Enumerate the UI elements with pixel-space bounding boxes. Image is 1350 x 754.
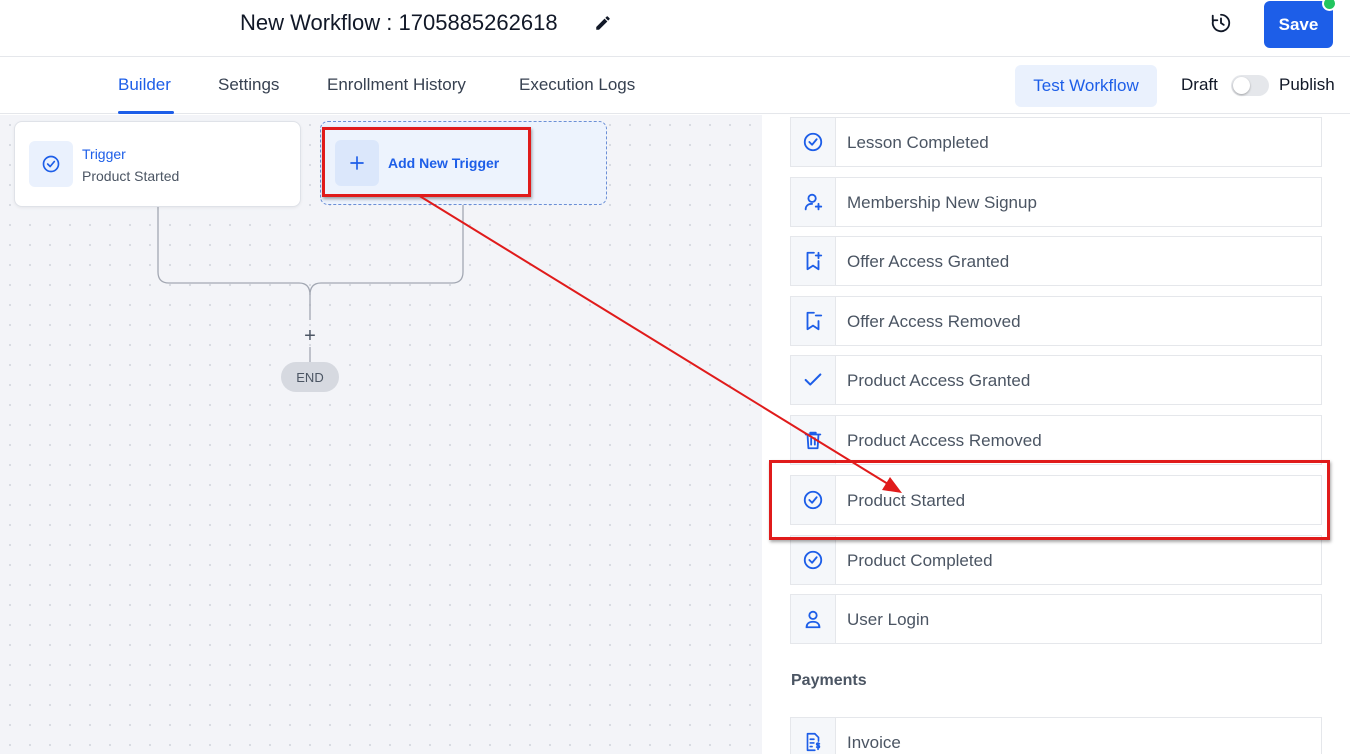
check-circle-icon (803, 490, 823, 510)
trigger-option-label: Product Started (847, 491, 966, 510)
trigger-option-offer-access-removed[interactable]: Offer Access Removed (790, 296, 1322, 346)
invoice-icon (806, 732, 821, 752)
user-icon (805, 610, 821, 629)
trigger-node[interactable]: Trigger Product Started (14, 121, 301, 207)
trigger-option-product-access-granted[interactable]: Product Access Granted (790, 355, 1322, 405)
add-new-trigger-label: Add New Trigger (388, 155, 500, 171)
trigger-node-subtitle: Product Started (82, 168, 180, 184)
test-workflow-button[interactable]: Test Workflow (1015, 65, 1157, 107)
trigger-icon-box (29, 141, 73, 187)
tab-settings[interactable]: Settings (218, 75, 279, 95)
trigger-option-product-started[interactable]: Product Started (790, 475, 1322, 525)
bookmark-plus-icon (806, 251, 823, 271)
end-node: END (281, 362, 339, 392)
workflow-canvas[interactable]: Trigger Product Started Add New Trigger … (0, 115, 762, 754)
add-action-button[interactable]: + (300, 325, 320, 347)
workflow-title: New Workflow : 1705885262618 (240, 10, 558, 35)
active-tab-indicator (118, 111, 174, 114)
checkmark-icon (804, 373, 822, 386)
trigger-option-lesson-completed[interactable]: Lesson Completed (790, 117, 1322, 167)
toggle-knob (1233, 77, 1250, 94)
add-icon-box (335, 140, 379, 186)
trigger-option-label: Lesson Completed (847, 133, 989, 152)
bookmark-minus-icon (806, 311, 823, 331)
trigger-list-panel: Lesson Completed Membership New Signup O… (762, 115, 1350, 754)
trigger-option-invoice[interactable]: Invoice (790, 717, 1322, 754)
check-circle-icon (803, 550, 823, 570)
trigger-node-title: Trigger (82, 146, 126, 162)
trigger-option-label: Membership New Signup (847, 193, 1037, 212)
draft-label: Draft (1181, 75, 1218, 94)
trigger-option-product-completed[interactable]: Product Completed (790, 535, 1322, 585)
add-new-trigger-node[interactable]: Add New Trigger (320, 121, 607, 205)
tab-execution-logs[interactable]: Execution Logs (519, 75, 635, 95)
publish-toggle[interactable] (1231, 75, 1269, 96)
trigger-option-label: User Login (847, 610, 930, 629)
user-plus-icon (804, 193, 823, 211)
trigger-option-membership-new-signup[interactable]: Membership New Signup (790, 177, 1322, 227)
trigger-option-product-access-removed[interactable]: Product Access Removed (790, 415, 1322, 465)
trigger-option-label: Invoice (847, 733, 901, 752)
trigger-option-label: Offer Access Granted (847, 252, 1010, 271)
section-heading-payments: Payments (791, 672, 867, 689)
trigger-option-label: Product Completed (847, 551, 993, 570)
workflow-header: New Workflow : 1705885262618 Save (0, 0, 1350, 57)
trash-icon (804, 431, 822, 450)
trigger-option-user-login[interactable]: User Login (790, 594, 1322, 644)
plus-icon (350, 156, 364, 170)
tab-builder[interactable]: Builder (118, 75, 171, 95)
status-dot (1322, 0, 1337, 11)
trigger-option-label: Product Access Granted (847, 371, 1031, 390)
check-circle-icon (803, 132, 823, 152)
trigger-option-label: Offer Access Removed (847, 312, 1021, 331)
tab-bar: Builder Settings Enrollment History Exec… (0, 57, 1350, 114)
trigger-option-label: Product Access Removed (847, 431, 1042, 450)
tab-enrollment-history[interactable]: Enrollment History (327, 75, 466, 95)
check-circle-icon (42, 155, 60, 173)
trigger-option-offer-access-granted[interactable]: Offer Access Granted (790, 236, 1322, 286)
pencil-icon[interactable] (594, 14, 612, 32)
publish-label: Publish (1279, 75, 1335, 94)
history-icon[interactable] (1210, 12, 1232, 34)
